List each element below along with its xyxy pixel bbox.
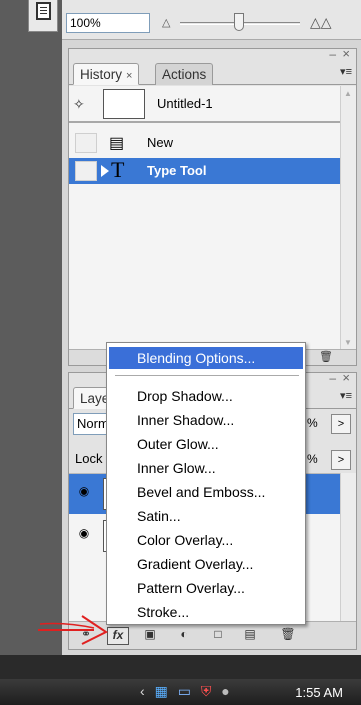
layer-style-context-menu: Blending Options... Drop Shadow... Inner… (106, 342, 306, 625)
fill-arrow-button[interactable]: > (331, 450, 351, 470)
tab-close-icon[interactable]: × (126, 70, 132, 82)
document-icon (36, 2, 51, 20)
snapshot-label: Untitled-1 (157, 96, 213, 111)
menu-item-stroke[interactable]: Stroke... (109, 601, 303, 623)
trash-icon[interactable]: 🗑 (277, 627, 299, 645)
scroll-down-icon[interactable]: ▼ (344, 338, 352, 347)
snapshot-thumbnail (103, 89, 145, 119)
scroll-up-icon[interactable]: ▲ (344, 89, 352, 98)
menu-item-inner-glow[interactable]: Inner Glow... (109, 457, 303, 479)
taskbar: ‹ ▦ ▭ ⛨ ● 1:55 AM (0, 655, 361, 705)
tab-history[interactable]: History × (73, 63, 140, 85)
tray-expand-icon[interactable]: ‹ (140, 683, 145, 699)
eye-icon[interactable]: ◉ (75, 484, 93, 502)
trash-icon[interactable]: 🗑 (319, 350, 333, 363)
history-panel: – × History × Actions ▾≡ ✧ Untitled-1 ▤ N… (68, 46, 357, 366)
menu-item-drop-shadow[interactable]: Drop Shadow... (109, 385, 303, 407)
fill-value[interactable]: % (307, 452, 318, 466)
eye-icon[interactable]: ◉ (75, 526, 93, 544)
menu-separator (115, 375, 299, 376)
opacity-value[interactable]: % (307, 416, 318, 430)
history-item-type-tool[interactable]: T Type Tool (69, 157, 341, 184)
history-list: ✧ Untitled-1 ▤ New T Type Tool (69, 86, 341, 350)
menu-item-satin[interactable]: Satin... (109, 505, 303, 527)
current-state-arrow-icon (101, 165, 109, 177)
menu-item-blending-options[interactable]: Blending Options... (109, 347, 303, 369)
tray-icons: ‹ ▦ ▭ ⛨ ● (140, 683, 236, 700)
clock[interactable]: 1:55 AM (295, 685, 343, 700)
taskbar-upper (0, 655, 361, 679)
layers-scrollbar[interactable] (340, 473, 356, 621)
history-item-label: Type Tool (147, 163, 207, 178)
zoom-input[interactable]: 100% (66, 13, 150, 33)
history-brush-source-box[interactable] (75, 133, 97, 153)
snapshot-row[interactable]: ✧ Untitled-1 (69, 86, 341, 123)
add-mask-icon[interactable]: ▣ (139, 627, 161, 645)
history-item-new[interactable]: ▤ New (69, 130, 341, 156)
history-item-label: New (147, 135, 174, 150)
menu-item-outer-glow[interactable]: Outer Glow... (109, 433, 303, 455)
system-tray: ‹ ▦ ▭ ⛨ ● 1:55 AM (0, 679, 361, 705)
panel-titlebar: – × (69, 46, 356, 63)
tab-history-label: History (80, 67, 123, 82)
new-group-icon[interactable]: □ (207, 627, 229, 645)
close-icon[interactable]: × (342, 370, 350, 385)
close-icon[interactable]: × (342, 46, 350, 61)
history-brush-source-box[interactable] (75, 161, 97, 181)
history-tabs: History × Actions ▾≡ (69, 63, 356, 85)
minimize-icon[interactable]: – (329, 47, 336, 61)
menu-item-bevel-and-emboss[interactable]: Bevel and Emboss... (109, 481, 303, 503)
lock-label: Lock (75, 451, 103, 466)
panel-menu-icon[interactable]: ▾≡ (340, 389, 352, 402)
zoom-in-icon[interactable]: △△ (310, 14, 332, 31)
history-scrollbar[interactable]: ▲ ▼ (340, 86, 356, 350)
menu-item-pattern-overlay[interactable]: Pattern Overlay... (109, 577, 303, 599)
zoom-out-icon[interactable]: △ (162, 16, 170, 29)
minimize-icon[interactable]: – (329, 371, 336, 385)
menu-item-gradient-overlay[interactable]: Gradient Overlay... (109, 553, 303, 575)
new-layer-icon[interactable]: ▤ (239, 627, 261, 645)
menu-item-color-overlay[interactable]: Color Overlay... (109, 529, 303, 551)
tools-column (0, 0, 62, 655)
annotation-arrow-icon (38, 615, 108, 645)
history-panel-icon-button[interactable] (28, 0, 58, 32)
tab-actions[interactable]: Actions (155, 63, 214, 85)
tab-layers-label: Laye (80, 391, 110, 406)
adjustment-layer-icon[interactable]: ◐ (173, 627, 195, 645)
network-icon[interactable]: ▦ (155, 683, 168, 700)
speech-bubble-icon[interactable]: ● (221, 683, 229, 699)
tab-actions-label: Actions (162, 67, 207, 82)
security-shield-icon[interactable]: ⛨ (201, 683, 212, 700)
history-brush-icon[interactable]: ✧ (73, 96, 91, 114)
document-icon: ▤ (109, 135, 125, 152)
menu-item-inner-shadow[interactable]: Inner Shadow... (109, 409, 303, 431)
type-tool-icon: T (111, 157, 125, 182)
opacity-arrow-button[interactable]: > (331, 414, 351, 434)
panel-menu-icon[interactable]: ▾≡ (340, 65, 352, 78)
navigator-strip: 100% △ △△ (62, 0, 361, 40)
display-icon[interactable]: ▭ (178, 683, 191, 700)
zoom-slider-thumb[interactable] (234, 13, 244, 31)
